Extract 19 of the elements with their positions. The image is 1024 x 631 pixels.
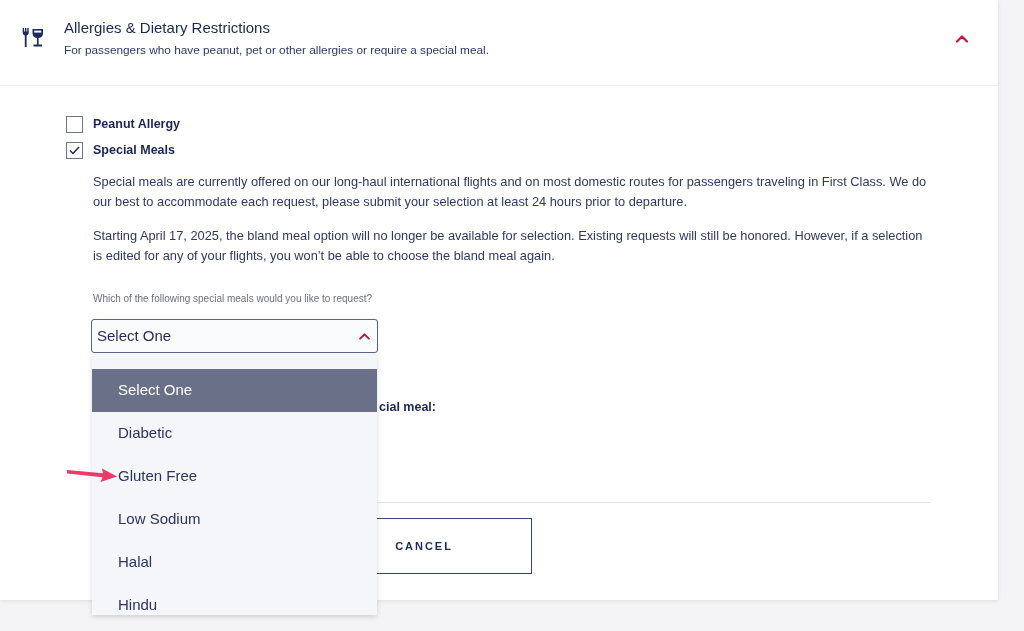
field-label: cial meal:: [378, 399, 437, 415]
fork-and-wine-glass-icon: [22, 28, 44, 47]
section-title: Allergies & Dietary Restrictions: [64, 18, 271, 38]
checkmark-icon: [69, 146, 80, 155]
dropdown-option[interactable]: Diabetic: [92, 412, 377, 455]
dropdown-option[interactable]: Hindu: [92, 584, 377, 615]
chevron-up-icon[interactable]: [359, 332, 370, 340]
checkbox[interactable]: [66, 142, 83, 159]
dropdown-option[interactable]: Gluten Free: [92, 455, 377, 498]
question-label: Which of the following special meals would you like to request?: [93, 292, 374, 306]
checkbox-label: Special Meals: [93, 142, 175, 160]
checkbox-label: Peanut Allergy: [93, 116, 181, 134]
chevron-up-icon[interactable]: [956, 35, 968, 43]
paragraph: Starting April 17, 2025, the bland meal option will no longer be available for selection. Existing requests will still be honored. However, if a selection is edited for any of your flights, you won’t be able to choose the bland meal again.: [93, 227, 924, 265]
section-subtitle: For passengers who have peanut, pet or other allergies or require a special meal.: [64, 42, 490, 58]
dropdown-option[interactable]: Select One: [92, 369, 377, 412]
checkbox[interactable]: [66, 116, 83, 133]
paragraph: Special meals are currently offered on our long-haul international flights and on most domestic routes for passengers traveling in First Class. We do our best to accommodate each request, please submit your selection at least 24 hours prior to departure.: [93, 173, 928, 211]
meal-select[interactable]: Select One: [91, 319, 378, 353]
